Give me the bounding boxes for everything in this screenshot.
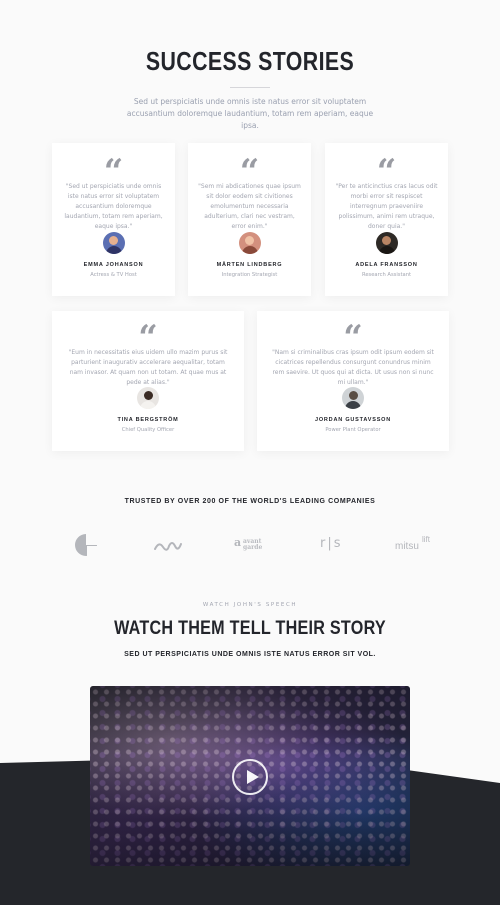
rs-logo: r|s <box>320 536 343 551</box>
testimonial-text: "Sed ut perspiciatis unde omnis iste nat… <box>64 183 163 230</box>
testimonial-name: JORDAN GUSTAVSSON <box>314 417 392 423</box>
testimonial-role: Power Plant Operator <box>325 427 381 433</box>
mitsulift-logo: mitsu lift <box>395 535 430 552</box>
avatar <box>342 387 364 409</box>
testimonial-name: EMMA JOHANSON <box>83 262 144 268</box>
title-divider <box>230 87 270 88</box>
e-logo <box>75 534 97 556</box>
page: SUCCESS STORIES Sed ut perspiciatis unde… <box>0 0 500 905</box>
trusted-heading: TRUSTED BY OVER 200 OF THE WORLD'S LEADI… <box>124 498 376 505</box>
testimonial-role: Integration Strategist <box>221 272 278 278</box>
wave-logo <box>154 538 182 552</box>
testimonial-card: “ "Sem mi abdicationes quae ipsum sit do… <box>188 143 311 296</box>
testimonial-role: Actress & TV Host <box>90 272 137 278</box>
testimonial-text: "Sem mi abdicationes quae ipsum sit dolo… <box>198 183 301 230</box>
avatar <box>102 232 125 254</box>
testimonial-role: Chief Quality Officer <box>121 427 175 433</box>
testimonial-card: “ "Eum in necessitatis eius uidem ullo m… <box>52 311 244 451</box>
avatar <box>238 232 261 254</box>
testimonial-name: MÅRTEN LINDBERG <box>216 262 283 268</box>
page-subtitle: Sed ut perspiciatis unde omnis iste natu… <box>126 97 374 130</box>
page-title: SUCCESS STORIES <box>145 46 355 76</box>
testimonial-name: TINA BERGSTRÖM <box>117 417 179 423</box>
testimonial-card: “ "Nam si criminalibus cras ipsum odit i… <box>257 311 449 451</box>
section-title: WATCH THEM TELL THEIR STORY <box>114 618 386 639</box>
testimonial-text: "Per te anticinctius cras lacus odit mor… <box>335 183 438 230</box>
play-icon[interactable] <box>232 759 268 795</box>
testimonial-name: ADELA FRANSSON <box>355 262 418 268</box>
section-subtitle: SED UT PERSPICIATIS UNDE OMNIS ISTE NATU… <box>124 651 376 658</box>
avatar <box>375 232 398 254</box>
testimonial-role: Research Assistant <box>361 272 412 278</box>
avant-garde-logo: a avant garde <box>234 536 263 551</box>
testimonial-text: "Eum in necessitatis eius uidem ullo maz… <box>68 349 228 386</box>
section-kicker: WATCH JOHN'S SPEECH <box>202 602 298 608</box>
testimonial-card: “ "Per te anticinctius cras lacus odit m… <box>325 143 448 296</box>
avatar <box>137 387 159 409</box>
testimonial-text: "Nam si criminalibus cras ipsum odit ips… <box>272 349 434 386</box>
testimonial-card: “ "Sed ut perspiciatis unde omnis iste n… <box>52 143 175 296</box>
